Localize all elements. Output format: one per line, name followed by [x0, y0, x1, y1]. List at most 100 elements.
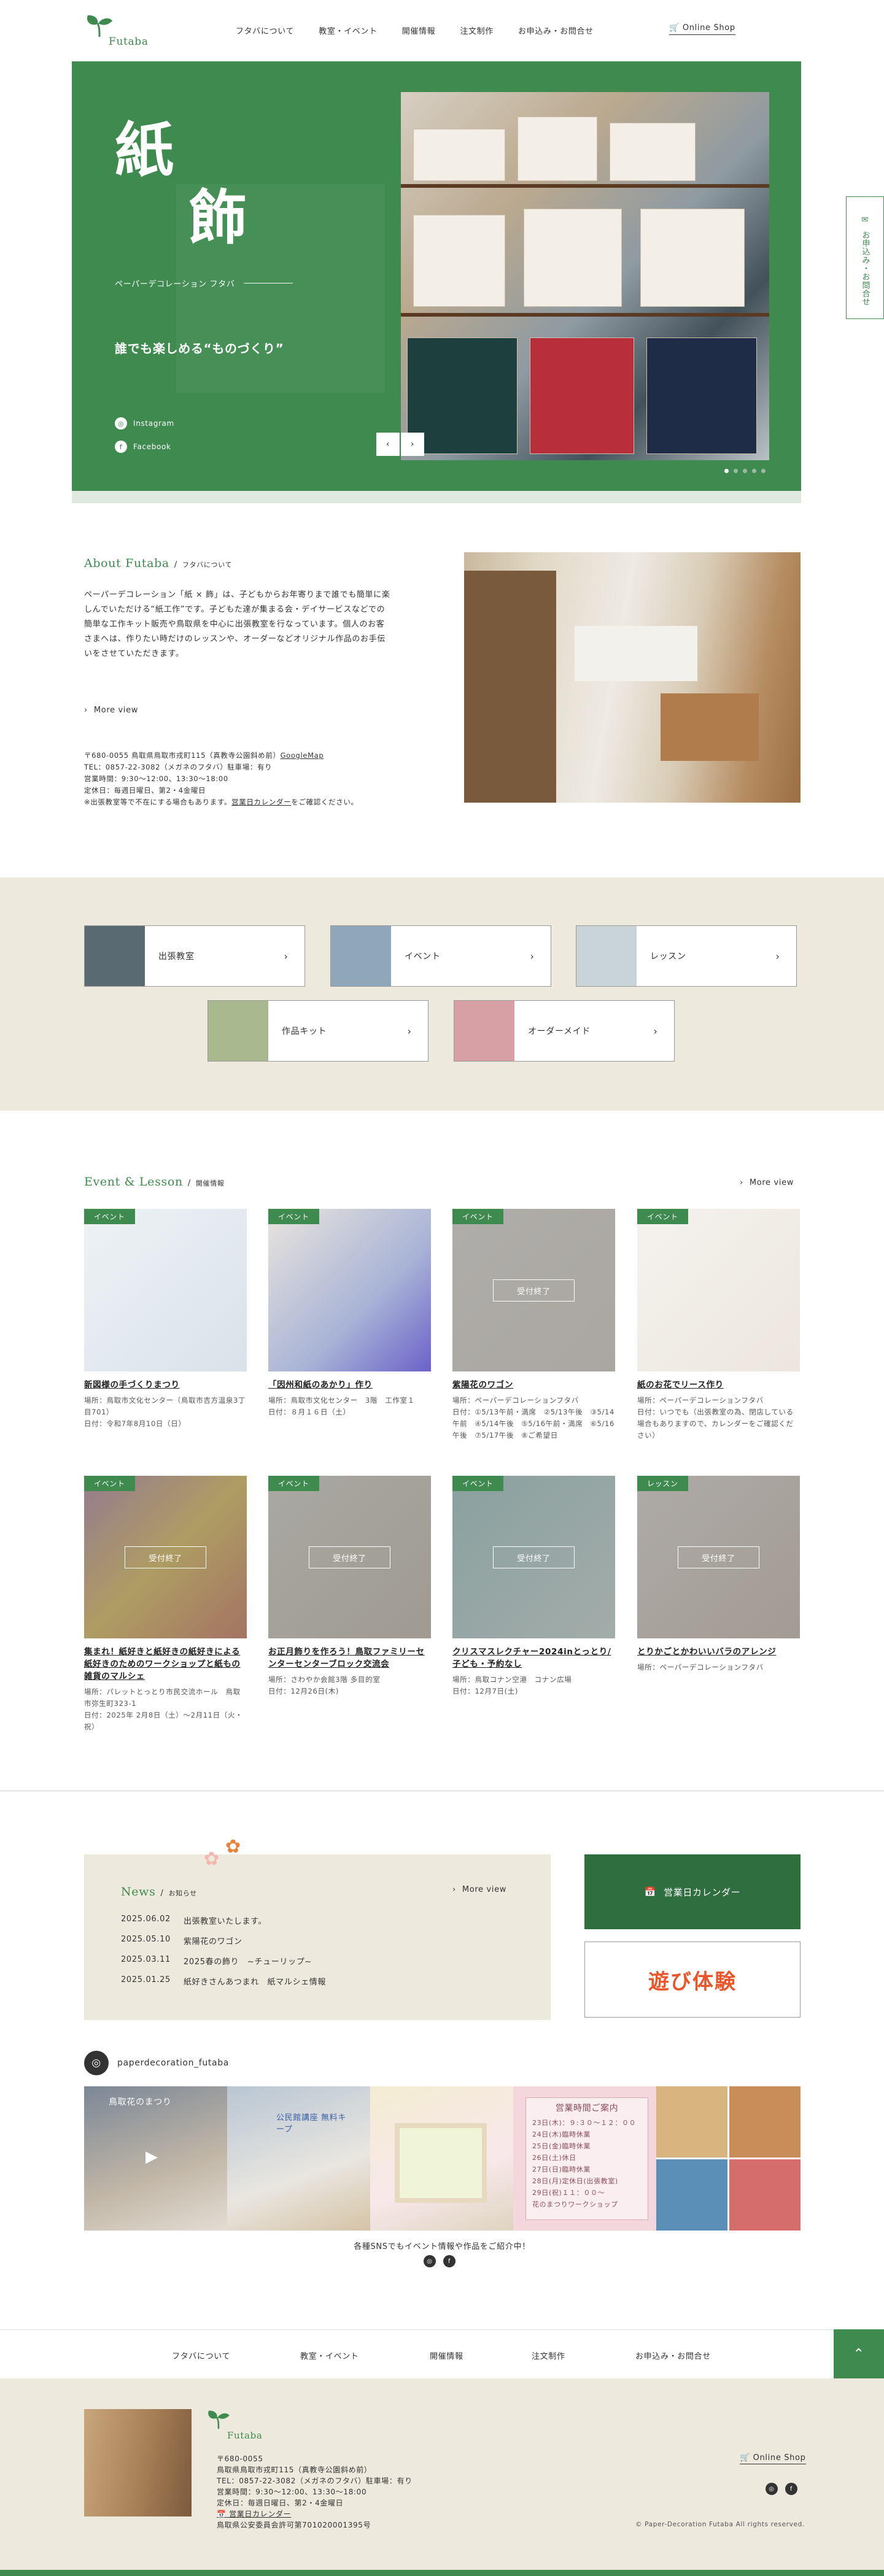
photo-shelf: [464, 571, 556, 803]
event-title[interactable]: 紙のお花でリース作り: [637, 1379, 800, 1391]
asobi-banner[interactable]: 遊び体験: [584, 1942, 801, 2018]
news-date: 2025.06.02: [121, 1915, 171, 1924]
slider-dot[interactable]: [743, 469, 747, 473]
side-contact-tab[interactable]: ✉ お申込み・お問合せ: [846, 196, 884, 319]
event-card[interactable]: レッスン 受付終了 とりかごとかわいいバラのアレンジ 場所：ペーパーデコレーションフタ…: [637, 1476, 800, 1673]
google-map-link[interactable]: GoogleMap: [281, 751, 324, 760]
about-more-link[interactable]: › More view: [84, 706, 138, 715]
event-title[interactable]: 「因州和紙のあかり」作り: [268, 1379, 431, 1391]
event-image[interactable]: イベント: [268, 1209, 431, 1371]
calendar-link[interactable]: 営業日カレンダー: [231, 798, 291, 806]
event-title[interactable]: とりかごとかわいいバラのアレンジ: [637, 1646, 800, 1658]
footer-nav-contact[interactable]: お申込み・お問合せ: [635, 2350, 711, 2361]
footer-nav-events[interactable]: 開催情報: [430, 2350, 463, 2361]
category-card-kit[interactable]: 作品キット ›: [207, 1000, 428, 1062]
event-title[interactable]: お正月飾りを作ろう！鳥取ファミリーセンターセンターブロック交流会: [268, 1646, 431, 1670]
closed-badge: 受付終了: [125, 1546, 206, 1568]
event-card[interactable]: イベント 受付終了お正月飾りを作ろう！鳥取ファミリーセンターセンターブロック交流会…: [268, 1476, 431, 1697]
site-logo[interactable]: Futaba: [84, 13, 152, 50]
footer-address: 鳥取県鳥取市戎町115（真教寺公園斜め前）: [217, 2466, 372, 2474]
event-meta: 場所：ペーパーデコレーションフタバ 日付：いつでも（出張教室の為、閉店している場合…: [637, 1395, 800, 1441]
event-image[interactable]: イベント受付終了: [84, 1476, 247, 1638]
copyright: © Paper-Decoration Futaba All rights res…: [635, 2521, 805, 2528]
event-title[interactable]: 集まれ！紙好きと紙好きの紙好きによる紙好きのためのワークショップと紙もの雑貨のマ…: [84, 1646, 247, 1683]
event-card[interactable]: イベント 受付終了 クリスマスレクチャー2024inとっとり/子ども・予約なし 場所：…: [452, 1476, 615, 1697]
event-card[interactable]: イベント 「因州和紙のあかり」作り 場所：鳥取市文化センター 3階 工作室１ 日付：８…: [268, 1209, 431, 1418]
instagram-post[interactable]: 鳥取花のまつり ▶: [84, 2086, 227, 2231]
nav-classes[interactable]: 教室・イベント: [319, 25, 378, 36]
category-card-event[interactable]: イベント ›: [330, 925, 551, 987]
mail-icon: ✉: [860, 215, 870, 225]
hero-facebook-label: Facebook: [133, 442, 171, 451]
online-shop-link[interactable]: 🛒 Online Shop: [669, 23, 735, 35]
nav-order[interactable]: 注文制作: [460, 25, 494, 36]
event-image[interactable]: レッスン 受付終了: [637, 1476, 800, 1638]
title-slash: /: [160, 1889, 164, 1898]
footer-online-shop-link[interactable]: 🛒 Online Shop: [740, 2453, 806, 2464]
instagram-icon[interactable]: ◎: [424, 2255, 436, 2267]
event-tag: イベント: [268, 1476, 319, 1491]
instagram-post[interactable]: 営業時間ご案内 23日(木)：９:３０～１２：００ 24日(木)臨時休業 25日…: [513, 2086, 656, 2231]
category-thumb: [454, 1001, 514, 1061]
slider-dot[interactable]: [724, 469, 729, 473]
hours-line: 27日(日)臨時休業: [532, 2165, 591, 2173]
hero-instagram-label: Instagram: [133, 419, 174, 428]
news-more-link[interactable]: › More view: [452, 1885, 506, 1894]
facebook-icon[interactable]: f: [443, 2255, 456, 2267]
event-title[interactable]: 紫陽花のワゴン: [452, 1379, 615, 1391]
instagram-icon[interactable]: ◎: [766, 2483, 778, 2495]
news-item[interactable]: 2025.05.10 紫陽花のワゴン: [121, 1935, 326, 1946]
hours-line: 23日(木)：９:３０～１２：００: [532, 2119, 637, 2127]
event-card[interactable]: イベント新図様の手づくりまつり場所：鳥取市文化センター（鳥取市吉方温泉3丁目70…: [84, 1209, 247, 1430]
event-meta: 場所：鳥取市文化センター（鳥取市吉方温泉3丁目701） 日付：令和7年8月10日（…: [84, 1395, 247, 1430]
news-title: 出張教室いたします。: [184, 1917, 267, 1926]
back-to-top-button[interactable]: ⌃: [834, 2329, 884, 2378]
slider-prev-button[interactable]: ‹: [376, 433, 400, 456]
instagram-post[interactable]: [656, 2086, 801, 2231]
event-card[interactable]: イベント紙のお花でリース作り場所：ペーパーデコレーションフタバ 日付：いつでも（出…: [637, 1209, 800, 1441]
hero-facebook-link[interactable]: f Facebook: [115, 441, 174, 453]
event-image[interactable]: イベント 受付終了: [452, 1209, 615, 1371]
category-card-lesson[interactable]: レッスン ›: [576, 925, 797, 987]
event-image[interactable]: イベント: [637, 1209, 800, 1371]
nav-about[interactable]: フタバについて: [236, 25, 294, 36]
nav-contact[interactable]: お申込み・お問合せ: [518, 25, 594, 36]
event-card[interactable]: イベント 受付終了 紫陽花のワゴン 場所：ペーパーデコレーションフタバ 日付：①5/13…: [452, 1209, 615, 1441]
news-item[interactable]: 2025.01.25 紙好きさんあつまれ 紙マルシェ情報: [121, 1975, 326, 1987]
event-title[interactable]: クリスマスレクチャー2024inとっとり/子ども・予約なし: [452, 1646, 615, 1670]
footer-logo[interactable]: Futaba: [206, 2409, 267, 2443]
event-image[interactable]: イベント 受付終了: [268, 1476, 431, 1638]
site-header: Futaba フタバについて 教室・イベント 開催情報 注文制作 お申込み・お問…: [0, 0, 884, 61]
footer-nav-about[interactable]: フタバについて: [172, 2350, 230, 2361]
category-card-order[interactable]: オーダーメイド ›: [454, 1000, 675, 1062]
footer-calendar-link[interactable]: 📅 営業日カレンダー: [217, 2509, 413, 2520]
slider-next-button[interactable]: ›: [401, 433, 424, 456]
instagram-heading[interactable]: ◎ paperdecoration_futaba: [84, 2051, 229, 2075]
category-card-outreach[interactable]: 出張教室 ›: [84, 925, 305, 987]
slider-dot[interactable]: [761, 469, 766, 473]
card-pack: [610, 123, 696, 181]
hero-sns: ◎ Instagram f Facebook: [115, 417, 174, 464]
calendar-button[interactable]: 📅 営業日カレンダー: [584, 1854, 801, 1929]
instagram-post[interactable]: 公民館講座 無料キープ: [227, 2086, 370, 2231]
news-item[interactable]: 2025.03.11 2025春の飾り ~チューリップ~: [121, 1955, 326, 1967]
event-image[interactable]: イベント: [84, 1209, 247, 1371]
event-image[interactable]: イベント 受付終了: [452, 1476, 615, 1638]
chevron-right-icon: ›: [653, 1025, 658, 1037]
nav-events[interactable]: 開催情報: [402, 25, 436, 36]
instagram-post[interactable]: [370, 2086, 513, 2231]
event-tag: イベント: [84, 1476, 135, 1491]
news-item[interactable]: 2025.06.02 出張教室いたします。: [121, 1915, 326, 1926]
events-more-link[interactable]: › More view: [740, 1178, 794, 1187]
facebook-icon[interactable]: f: [785, 2483, 797, 2495]
hero-instagram-link[interactable]: ◎ Instagram: [115, 417, 174, 430]
slider-dot[interactable]: [734, 469, 738, 473]
title-slash: /: [174, 560, 177, 569]
footer-nav-classes[interactable]: 教室・イベント: [300, 2350, 359, 2361]
event-card[interactable]: イベント受付終了集まれ！紙好きと紙好きの紙好きによる紙好きのためのワークショップ…: [84, 1476, 247, 1733]
event-title[interactable]: 新図様の手づくりまつり: [84, 1379, 247, 1391]
footer-nav-order[interactable]: 注文制作: [532, 2350, 565, 2361]
events-more-label: More view: [749, 1178, 794, 1187]
closed-badge: 受付終了: [493, 1279, 575, 1301]
slider-dot[interactable]: [752, 469, 756, 473]
